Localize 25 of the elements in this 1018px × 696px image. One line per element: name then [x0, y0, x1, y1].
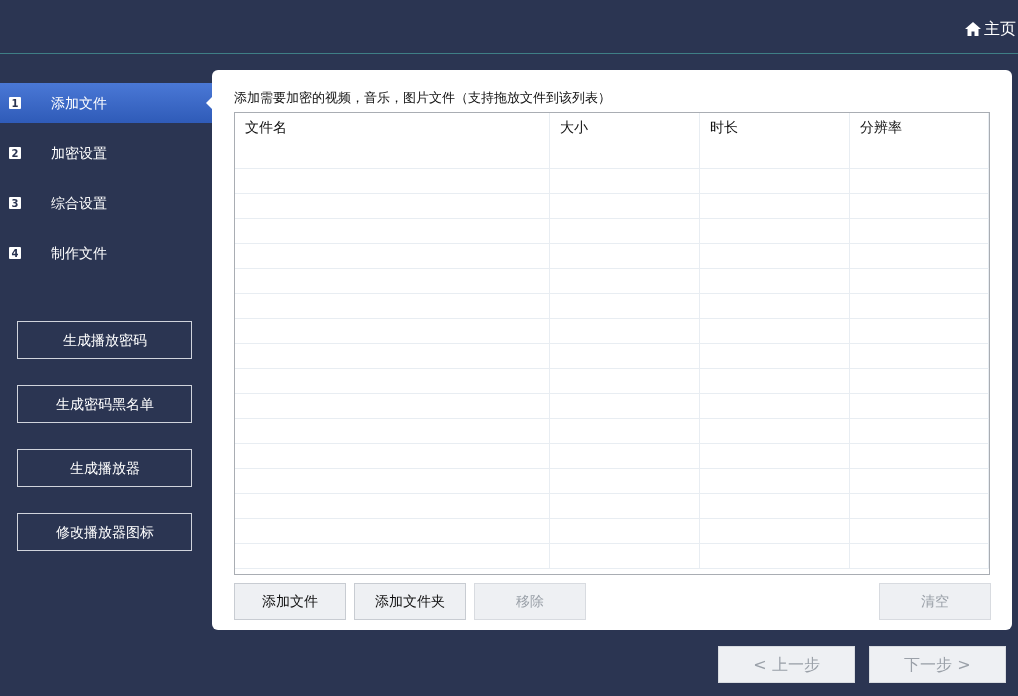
sidebar-button[interactable]: 生成播放密码 — [17, 321, 192, 359]
step-number: 1 — [9, 97, 21, 109]
action-button[interactable]: 添加文件夹 — [354, 582, 466, 620]
step-label: 综合设置 — [51, 193, 107, 213]
step-number: 2 — [9, 147, 21, 159]
column-header[interactable]: 分辨率 — [850, 112, 989, 168]
sidebar-button[interactable]: 生成播放器 — [17, 449, 192, 487]
home-link[interactable]: 主页 — [964, 17, 1016, 41]
instruction-text: 添加需要加密的视频，音乐，图片文件（支持拖放文件到该列表） — [234, 89, 612, 107]
step-tab[interactable]: 3 综合设置 — [0, 183, 212, 223]
step-tab[interactable]: 1 添加文件 — [0, 83, 212, 123]
sidebar-button[interactable]: 修改播放器图标 — [17, 513, 192, 551]
step-number: 3 — [9, 197, 21, 209]
action-button[interactable]: 添加文件 — [234, 582, 346, 620]
column-header[interactable]: 大小 — [550, 112, 700, 168]
column-header[interactable]: 时长 — [700, 112, 850, 168]
step-label: 添加文件 — [51, 93, 107, 113]
home-icon — [964, 21, 982, 37]
step-tab[interactable]: 4 制作文件 — [0, 233, 212, 273]
step-label: 加密设置 — [51, 143, 107, 163]
step-label: 制作文件 — [51, 243, 107, 263]
step-number: 4 — [9, 247, 21, 259]
step-tab[interactable]: 2 加密设置 — [0, 133, 212, 173]
column-header[interactable]: 文件名 — [235, 112, 550, 168]
sidebar-button[interactable]: 生成密码黑名单 — [17, 385, 192, 423]
